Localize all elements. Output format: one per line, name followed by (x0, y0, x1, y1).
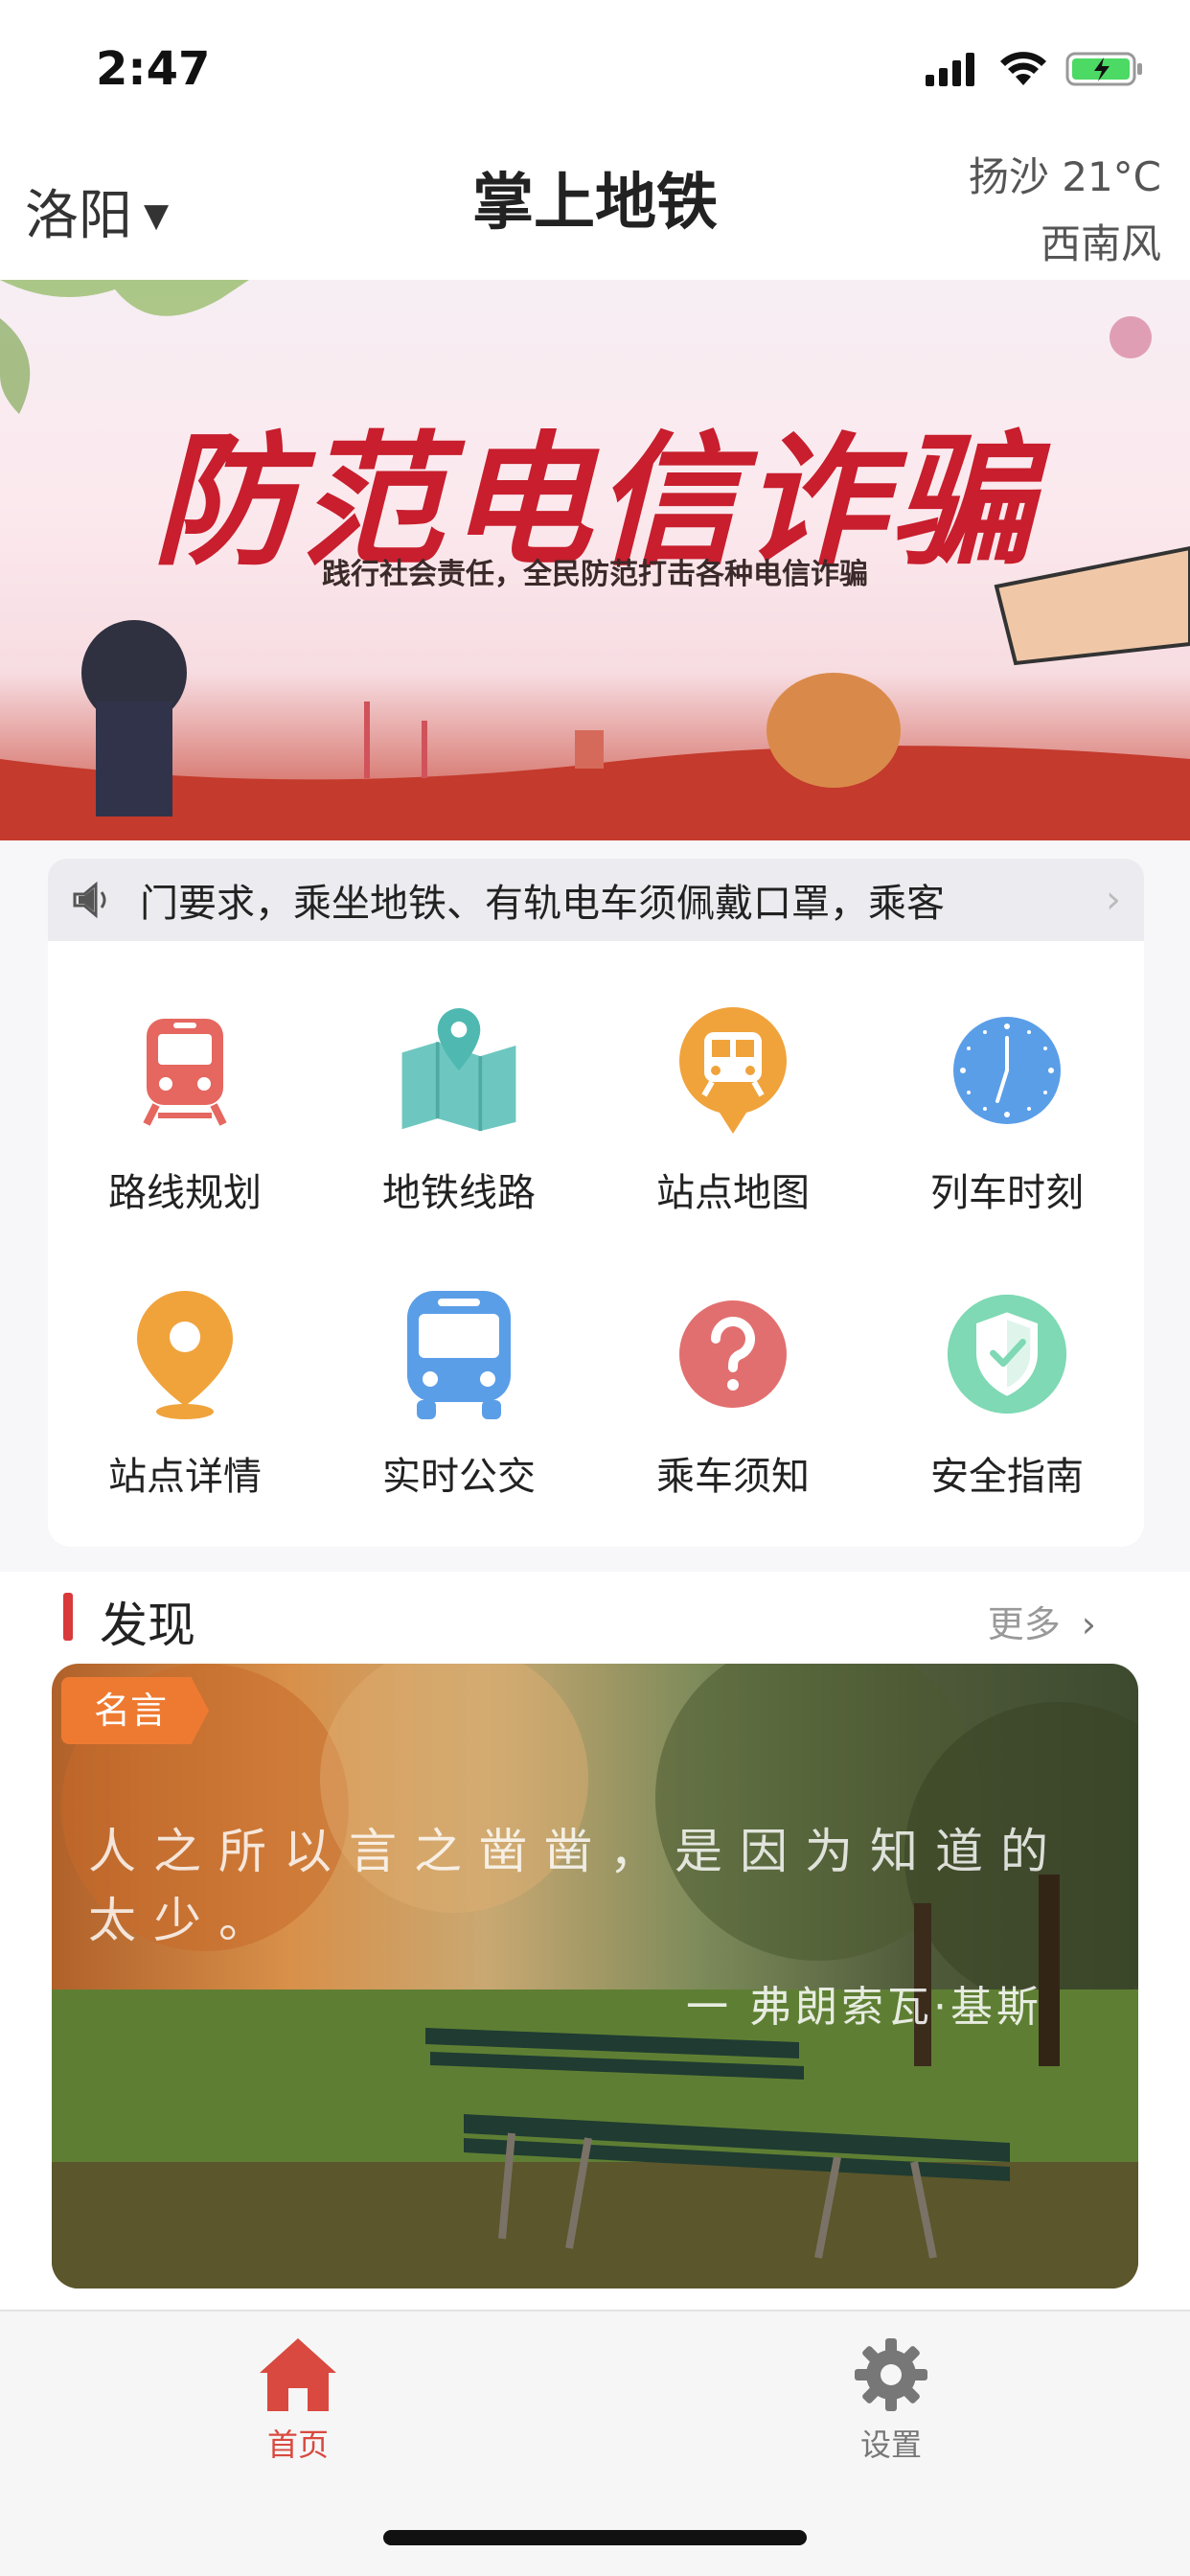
grid-item-label: 地铁线路 (382, 1171, 536, 1215)
app-screen: 2:47 洛阳 ▼ 掌上地铁 扬沙 21°C 西南风 防范电信诈骗 践行社会责任… (0, 0, 1190, 2576)
grid-item-label: 站点地图 (656, 1171, 810, 1215)
shield-check-icon (945, 1292, 1069, 1416)
grid-item-station-details[interactable]: 站点详情 (48, 1263, 322, 1547)
grid-item-label: 列车时刻 (930, 1171, 1084, 1215)
notice-bar[interactable]: 门要求，乘坐地铁、有轨电车须佩戴口罩，乘客 › (48, 859, 1144, 941)
quote-author: 一 弗朗索瓦·基斯 (686, 1983, 1042, 2032)
clock-icon (945, 1008, 1069, 1133)
grid-item-label: 实时公交 (382, 1455, 536, 1499)
weather-wind: 西南风 (1040, 220, 1161, 267)
section-accent-bar (63, 1593, 73, 1641)
grid-item-train-schedule[interactable]: 列车时刻 (870, 979, 1144, 1263)
banner-image[interactable]: 防范电信诈骗 践行社会责任，全民防范打击各种电信诈骗 (0, 280, 1190, 840)
speaker-icon (73, 881, 106, 919)
gear-icon (855, 2338, 927, 2411)
weather-condition: 扬沙 21°C (968, 153, 1161, 200)
tab-settings[interactable]: 设置 (795, 2336, 987, 2465)
status-time: 2:47 (96, 42, 211, 96)
grid-item-safety-guide[interactable]: 安全指南 (870, 1263, 1144, 1547)
home-indicator (383, 2530, 807, 2545)
location-pin-icon (123, 1291, 247, 1419)
status-bar: 2:47 (0, 0, 1190, 144)
grid-item-label: 安全指南 (930, 1455, 1084, 1499)
station-map-icon (671, 1007, 795, 1134)
grid-item-riding-notice[interactable]: 乘车须知 (596, 1263, 870, 1547)
function-grid: 路线规划 地铁线路 站点地图 列车时刻 站点详情 实时公交 乘车须知 安全指南 (48, 979, 1144, 1547)
weather-widget: 扬沙 21°C 西南风 (969, 144, 1161, 278)
quote-text: 人之所以言之凿凿，是因为知道的太少。 (88, 1824, 1065, 1948)
grid-item-route-planning[interactable]: 路线规划 (48, 979, 322, 1263)
signal-icon (926, 53, 974, 86)
bus-icon (397, 1291, 521, 1419)
question-icon (671, 1292, 795, 1416)
chevron-right-icon: › (1081, 1603, 1096, 1645)
notice-text: 门要求，乘坐地铁、有轨电车须佩戴口罩，乘客 (140, 882, 945, 926)
train-icon (123, 1008, 247, 1133)
grid-item-label: 站点详情 (108, 1455, 262, 1499)
grid-item-realtime-bus[interactable]: 实时公交 (322, 1263, 596, 1547)
tab-home[interactable]: 首页 (202, 2336, 394, 2465)
more-link[interactable]: 更多 › (988, 1595, 1096, 1647)
tab-settings-label: 设置 (859, 2426, 922, 2463)
chevron-right-icon: › (1106, 878, 1121, 922)
discover-section: 发现 更多 › 名言 人之所以言之凿凿，是因为知道的太少。 一 弗朗索瓦·基斯 (0, 1572, 1190, 2310)
tab-home-label: 首页 (266, 2426, 329, 2463)
section-title: 发现 (100, 1598, 195, 1653)
wifi-icon (1000, 52, 1046, 85)
battery-icon (1065, 52, 1142, 86)
map-icon (397, 1008, 521, 1133)
status-icons (924, 50, 1144, 88)
quote-tag: 名言 (61, 1677, 210, 1744)
grid-item-station-map[interactable]: 站点地图 (596, 979, 870, 1263)
more-label: 更多 (987, 1603, 1061, 1645)
home-icon (260, 2338, 336, 2411)
grid-item-label: 乘车须知 (656, 1455, 810, 1499)
grid-item-label: 路线规划 (108, 1171, 262, 1215)
quote-card[interactable]: 名言 人之所以言之凿凿，是因为知道的太少。 一 弗朗索瓦·基斯 (52, 1664, 1138, 2288)
app-header: 洛阳 ▼ 掌上地铁 扬沙 21°C 西南风 (0, 144, 1190, 280)
function-grid-card: 路线规划 地铁线路 站点地图 列车时刻 站点详情 实时公交 乘车须知 安全指南 (48, 941, 1144, 1547)
banner-subtitle: 践行社会责任，全民防范打击各种电信诈骗 (322, 558, 868, 591)
grid-item-metro-lines[interactable]: 地铁线路 (322, 979, 596, 1263)
